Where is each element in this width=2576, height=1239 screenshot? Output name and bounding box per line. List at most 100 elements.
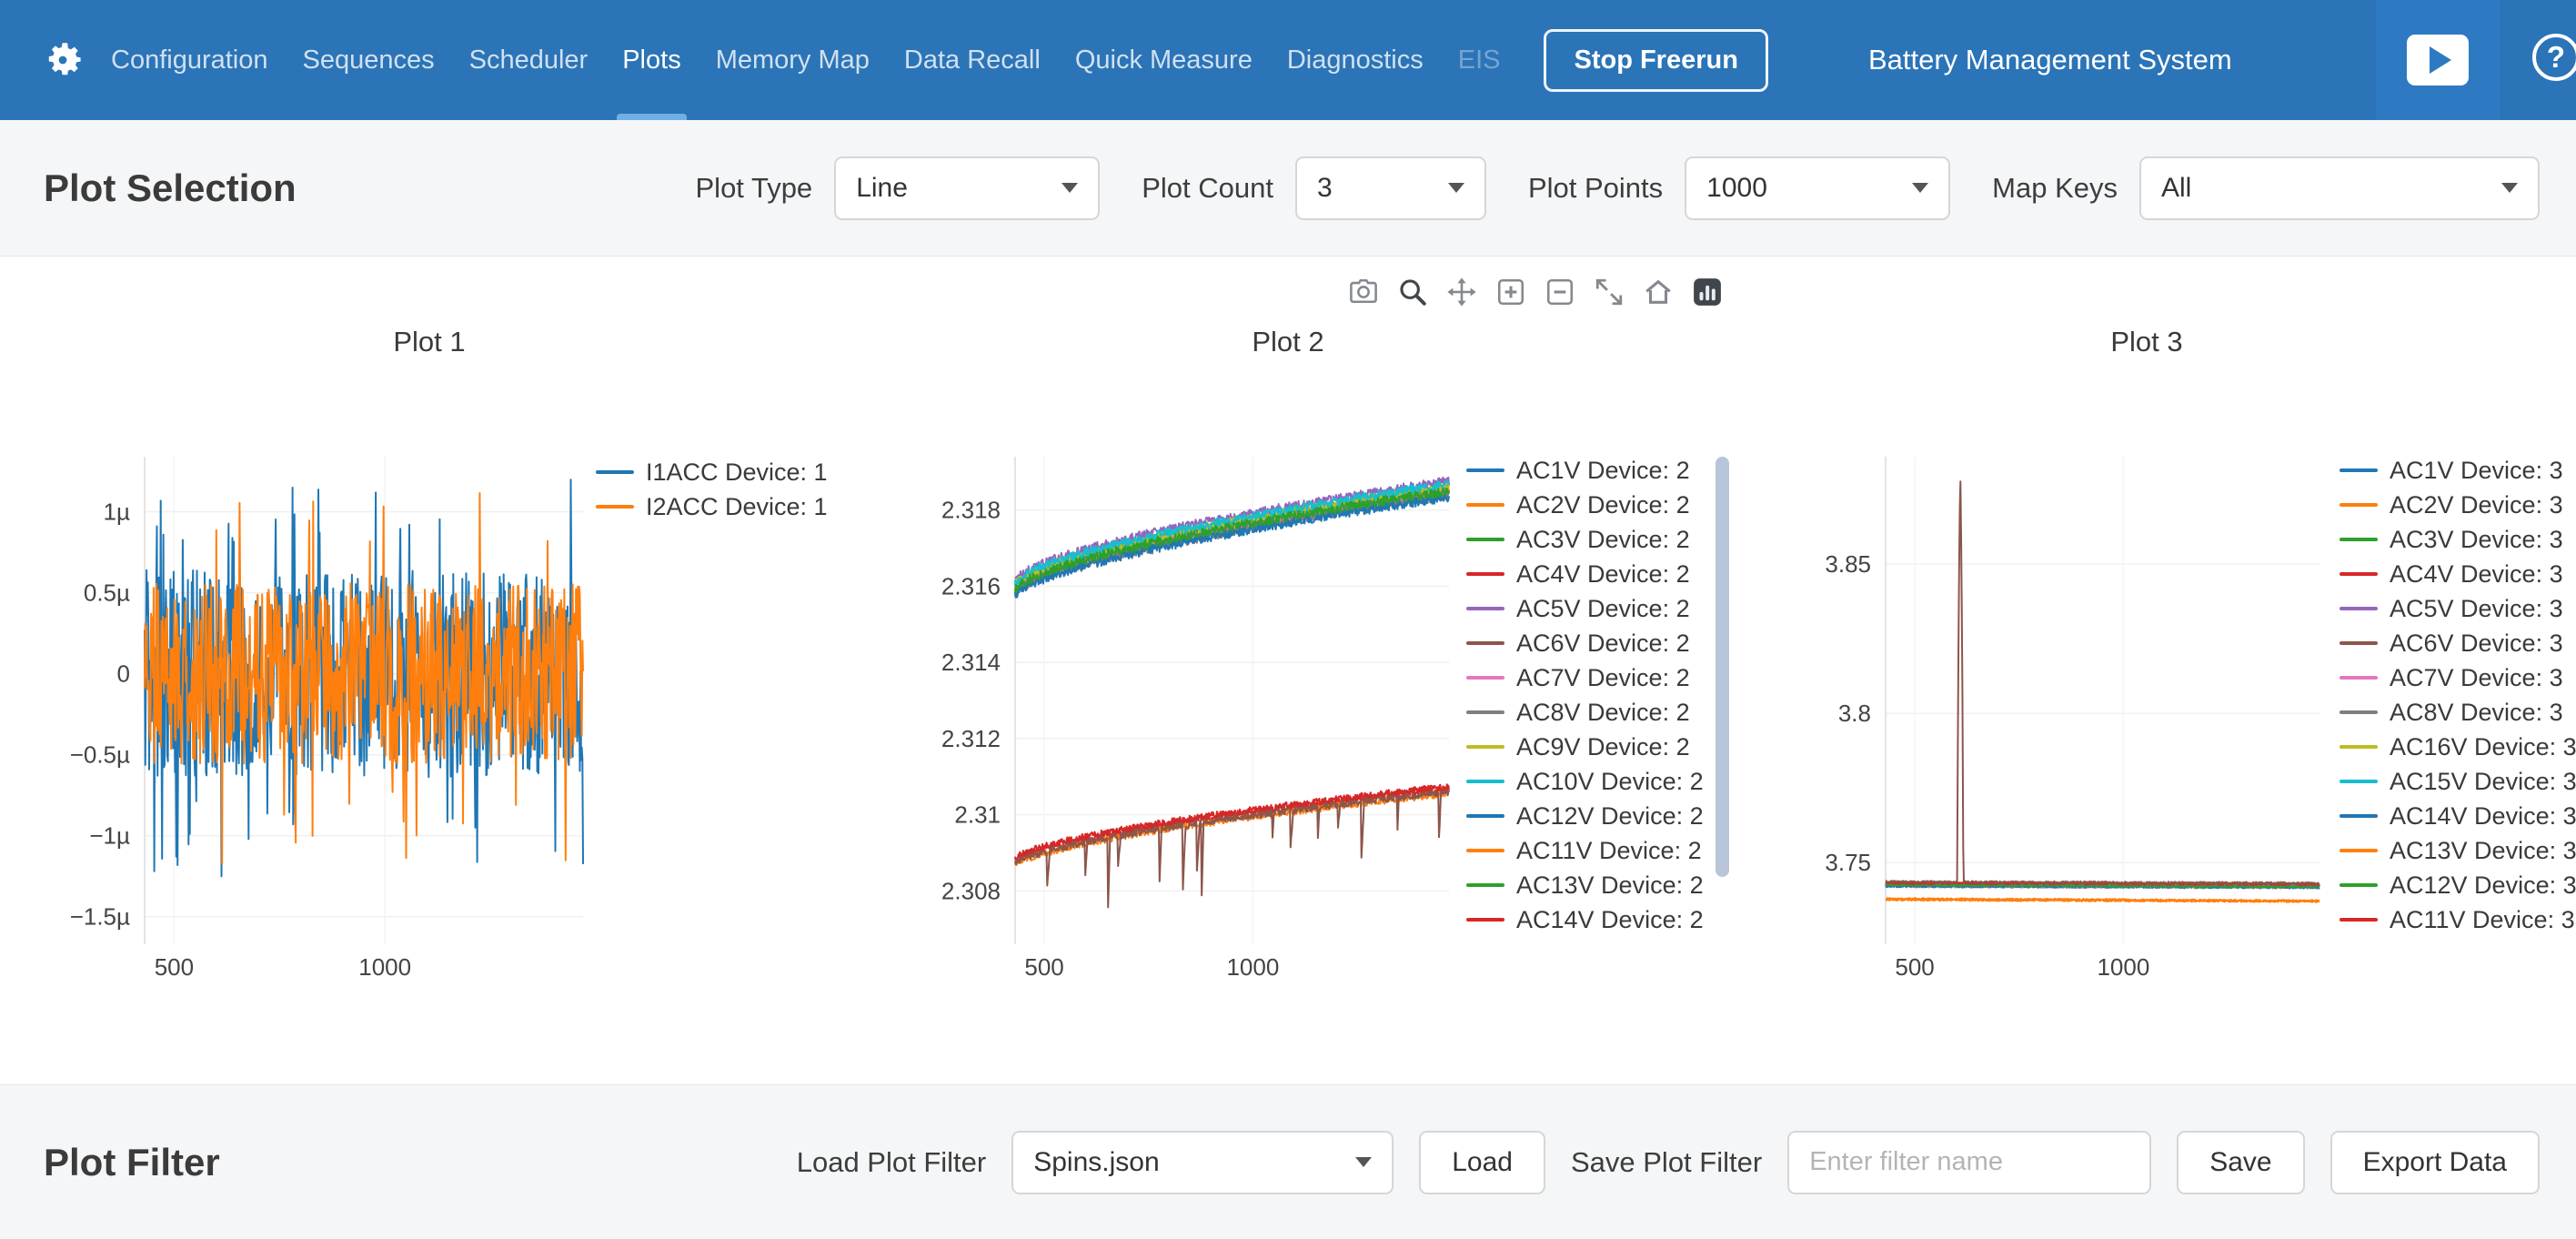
legend-label: AC16V Device: 3	[2390, 733, 2576, 761]
plot2-canvas[interactable]: 2.3182.3162.3142.3122.312.3085001000	[910, 428, 1464, 1001]
legend-item[interactable]: AC5V Device: 3	[2340, 591, 2576, 626]
plot2-title: Plot 2	[859, 326, 1717, 358]
legend-item[interactable]: AC14V Device: 2	[1466, 902, 1704, 937]
legend-swatch	[2340, 503, 2378, 507]
export-data-button[interactable]: Export Data	[2330, 1131, 2540, 1194]
legend-swatch	[1466, 676, 1504, 680]
legend-item[interactable]: AC8V Device: 2	[1466, 695, 1704, 730]
legend-item[interactable]: AC13V Device: 3	[2340, 833, 2576, 868]
load-filter-value: Spins.json	[1033, 1147, 1159, 1178]
plot-type-value: Line	[856, 173, 908, 204]
legend-item[interactable]: AC11V Device: 2	[1466, 833, 1704, 868]
zoom-out-icon[interactable]	[1545, 277, 1575, 307]
gear-icon[interactable]	[40, 37, 86, 83]
zoom-icon[interactable]	[1397, 277, 1428, 307]
zoom-in-icon[interactable]	[1495, 277, 1526, 307]
legend-label: AC8V Device: 3	[2390, 699, 2563, 727]
legend-item[interactable]: AC6V Device: 2	[1466, 626, 1704, 660]
legend-item[interactable]: AC13V Device: 2	[1466, 868, 1704, 902]
legend-swatch	[2340, 607, 2378, 610]
legend-scrollbar[interactable]	[1716, 457, 1729, 877]
plot-type-control: Plot TypeLine	[696, 156, 1101, 220]
legend-item[interactable]: AC12V Device: 3	[2340, 868, 2576, 902]
plot1-canvas[interactable]: 1µ0.5µ0−0.5µ−1µ−1.5µ5001000	[55, 428, 600, 1001]
legend-item[interactable]: AC4V Device: 2	[1466, 557, 1704, 591]
legend-swatch	[1466, 503, 1504, 507]
plot-points-select[interactable]: 1000	[1685, 156, 1950, 220]
chevron-down-icon	[1912, 183, 1928, 193]
legend-item[interactable]: I1ACC Device: 1	[596, 455, 828, 489]
legend-item[interactable]: AC2V Device: 2	[1466, 488, 1704, 522]
legend-item[interactable]: AC11V Device: 3	[2340, 902, 2576, 937]
legend-item[interactable]: AC5V Device: 2	[1466, 591, 1704, 626]
nav-item-memory-map[interactable]: Memory Map	[716, 0, 870, 120]
nav-item-configuration[interactable]: Configuration	[111, 0, 268, 120]
plot-selection-controls: Plot TypeLinePlot Count3Plot Points1000M…	[696, 156, 2541, 220]
svg-text:2.308: 2.308	[941, 877, 1001, 904]
legend-item[interactable]: I2ACC Device: 1	[596, 489, 828, 524]
legend-item[interactable]: AC7V Device: 3	[2340, 660, 2576, 695]
legend-item[interactable]: AC15V Device: 3	[2340, 764, 2576, 799]
legend-item[interactable]: AC16V Device: 3	[2340, 730, 2576, 764]
play-button[interactable]	[2376, 0, 2500, 120]
autoscale-icon[interactable]	[1594, 277, 1625, 307]
nav-item-data-recall[interactable]: Data Recall	[904, 0, 1041, 120]
plot-count-select[interactable]: 3	[1295, 156, 1486, 220]
stop-freerun-button[interactable]: Stop Freerun	[1544, 29, 1767, 92]
svg-text:3.85: 3.85	[1825, 550, 1871, 578]
plot-count-control: Plot Count3	[1142, 156, 1486, 220]
plot-count-value: 3	[1317, 173, 1333, 204]
nav-item-eis[interactable]: EIS	[1458, 0, 1501, 120]
nav-item-plots[interactable]: Plots	[622, 0, 680, 120]
top-nav: Configuration Sequences Scheduler Plots Memo…	[0, 0, 2576, 120]
load-button[interactable]: Load	[1419, 1131, 1545, 1194]
nav-item-scheduler[interactable]: Scheduler	[469, 0, 589, 120]
load-filter-select[interactable]: Spins.json	[1011, 1131, 1394, 1194]
legend-swatch	[2340, 883, 2378, 887]
filter-name-input[interactable]	[1787, 1131, 2151, 1194]
legend-item[interactable]: AC8V Device: 3	[2340, 695, 2576, 730]
legend-item[interactable]: AC3V Device: 3	[2340, 522, 2576, 557]
legend-item[interactable]: AC3V Device: 2	[1466, 522, 1704, 557]
legend-item[interactable]: AC14V Device: 3	[2340, 799, 2576, 833]
legend-item[interactable]: AC9V Device: 2	[1466, 730, 1704, 764]
nav-item-sequences[interactable]: Sequences	[303, 0, 435, 120]
svg-text:3.8: 3.8	[1838, 700, 1871, 727]
legend-label: AC3V Device: 3	[2390, 526, 2563, 554]
plot-type-select[interactable]: Line	[834, 156, 1100, 220]
legend-label: AC4V Device: 2	[1516, 560, 1690, 589]
legend-swatch	[2340, 676, 2378, 680]
plot-points-label: Plot Points	[1528, 172, 1663, 205]
legend-label: I1ACC Device: 1	[646, 458, 828, 487]
save-button[interactable]: Save	[2177, 1131, 2304, 1194]
camera-icon[interactable]	[1348, 277, 1379, 307]
svg-text:2.316: 2.316	[941, 572, 1001, 599]
nav-menu: Configuration Sequences Scheduler Plots Memo…	[111, 0, 1500, 120]
legend-item[interactable]: AC2V Device: 3	[2340, 488, 2576, 522]
plotly-logo-icon[interactable]	[1692, 277, 1723, 307]
help-icon[interactable]: ?	[2532, 34, 2576, 81]
legend-item[interactable]: AC6V Device: 3	[2340, 626, 2576, 660]
legend-swatch	[2340, 814, 2378, 818]
nav-item-quick-measure[interactable]: Quick Measure	[1075, 0, 1253, 120]
pan-icon[interactable]	[1446, 277, 1477, 307]
legend-swatch	[1466, 745, 1504, 749]
legend-item[interactable]: AC4V Device: 3	[2340, 557, 2576, 591]
nav-item-diagnostics[interactable]: Diagnostics	[1287, 0, 1424, 120]
legend-item[interactable]: AC1V Device: 3	[2340, 453, 2576, 488]
legend-swatch	[2340, 468, 2378, 472]
home-icon[interactable]	[1643, 277, 1674, 307]
legend-item[interactable]: AC1V Device: 2	[1466, 453, 1704, 488]
svg-text:2.312: 2.312	[941, 725, 1001, 752]
legend-item[interactable]: AC7V Device: 2	[1466, 660, 1704, 695]
legend-swatch	[2340, 849, 2378, 852]
legend-item[interactable]: AC12V Device: 2	[1466, 799, 1704, 833]
chevron-down-icon	[2501, 183, 2518, 193]
legend-item[interactable]: AC10V Device: 2	[1466, 764, 1704, 799]
svg-text:1000: 1000	[1226, 953, 1279, 981]
chevron-down-icon	[1355, 1157, 1372, 1167]
plot3-canvas[interactable]: 3.853.83.755001000	[1783, 428, 2332, 1001]
legend-label: AC4V Device: 3	[2390, 560, 2563, 589]
map-keys-select[interactable]: All	[2139, 156, 2540, 220]
svg-text:3.75: 3.75	[1825, 849, 1871, 876]
